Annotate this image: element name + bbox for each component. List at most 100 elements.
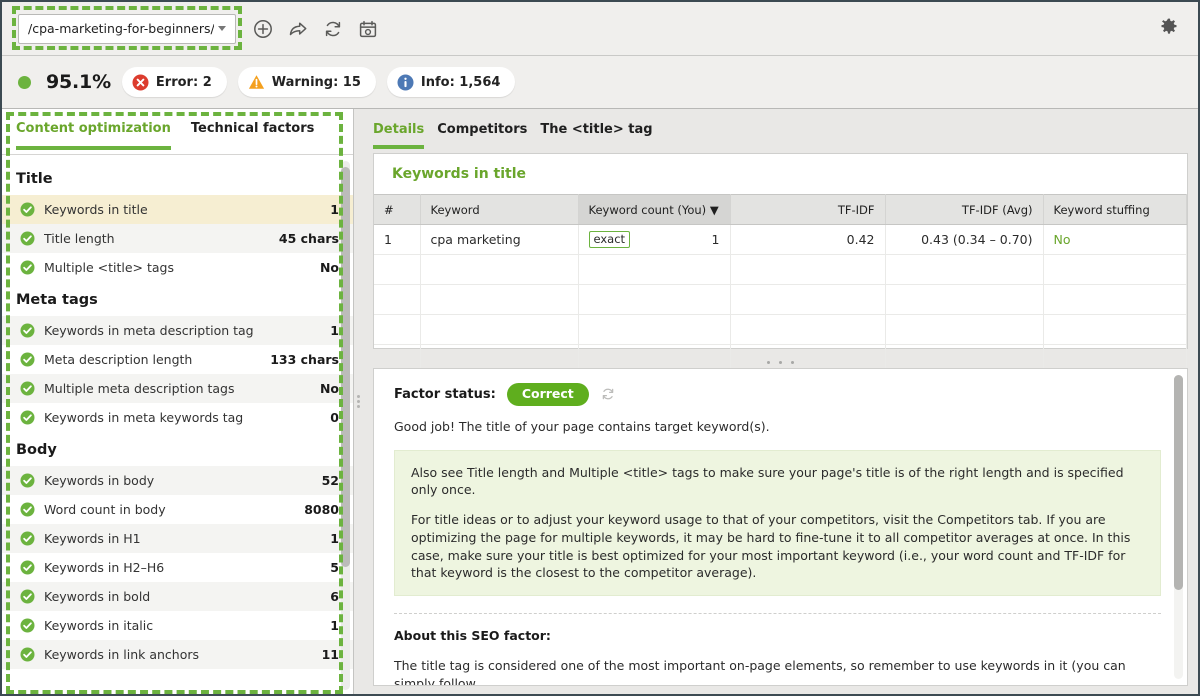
check-ok-icon — [20, 260, 35, 275]
recheck-refresh-icon[interactable] — [600, 386, 616, 402]
factor-row-value: 8080 — [304, 502, 339, 517]
factor-row-value: 1 — [330, 531, 339, 546]
column-header[interactable]: Keyword count (You) ▼ — [578, 194, 731, 225]
sidebar-scrollbar[interactable] — [341, 161, 350, 690]
gear-icon — [1161, 18, 1177, 34]
refresh-icon[interactable] — [322, 18, 344, 40]
factor-row-label: Title length — [44, 231, 115, 246]
column-header[interactable]: Keyword stuffing — [1043, 194, 1187, 225]
factor-row-value: 6 — [330, 589, 339, 604]
add-circle-icon[interactable] — [252, 18, 274, 40]
splitter-dot — [357, 395, 360, 398]
factor-row-label: Keywords in H1 — [44, 531, 141, 546]
factor-row-label: Keywords in title — [44, 202, 148, 217]
factor-row-label: Multiple meta description tags — [44, 381, 235, 396]
factor-tip-paragraph: For title ideas or to adjust your keywor… — [411, 512, 1131, 581]
sidebar-tab-technical-factors[interactable]: Technical factors — [191, 121, 315, 149]
info-icon — [397, 74, 414, 90]
factor-status-row: Factor status: Correct — [394, 383, 1161, 406]
status-badge-info[interactable]: Info: 1,564 — [386, 67, 516, 97]
factor-row-label: Multiple <title> tags — [44, 260, 174, 275]
factor-row-label: Word count in body — [44, 502, 166, 517]
tab-details-label: Details — [373, 122, 425, 137]
detail-pane: Details Competitors The <title> tag Keyw… — [363, 109, 1198, 694]
factor-tip-paragraph: Also see Title length and Multiple <titl… — [411, 464, 1124, 498]
factor-row[interactable]: Keywords in link anchors 11 — [2, 640, 353, 669]
factor-row[interactable]: Title length 45 chars — [2, 224, 353, 253]
factor-row[interactable]: Keywords in title 1 — [2, 195, 353, 224]
cell-empty — [730, 254, 886, 285]
pane-splitter[interactable] — [354, 109, 363, 694]
top-toolbar: /cpa-marketing-for-beginners/ — [2, 2, 1198, 56]
status-badge-error[interactable]: Error: 2 — [121, 67, 227, 97]
factor-row[interactable]: Meta description length 133 chars — [2, 345, 353, 374]
splitter-dot — [357, 405, 360, 408]
factor-row-value: No — [319, 260, 339, 275]
cell-empty — [1043, 254, 1187, 285]
table-row[interactable]: 1 cpa marketing exact 1 0.42 0.43 (0.34 – 0.7… — [374, 224, 1187, 255]
cell-empty — [885, 284, 1044, 315]
status-badge-warning[interactable]: Warning: 15 — [237, 67, 376, 97]
column-header[interactable]: Keyword — [420, 194, 579, 225]
cell-keyword-stuffing: No — [1043, 224, 1187, 255]
sidebar-scrollbar-thumb[interactable] — [341, 167, 350, 567]
column-header[interactable]: TF-IDF — [730, 194, 886, 225]
factor-row[interactable]: Keywords in italic 1 — [2, 611, 353, 640]
check-ok-icon — [20, 323, 35, 338]
factor-status-badge: Correct — [506, 383, 589, 406]
check-ok-icon — [20, 352, 35, 367]
splitter-dot — [357, 400, 360, 403]
factor-row-value: 52 — [321, 473, 339, 488]
tab-title-tag[interactable]: The <title> tag — [540, 122, 652, 149]
cell-index: 1 — [374, 224, 421, 255]
factor-list: Title Keywords in title 1 Title length 45 ch… — [2, 155, 353, 694]
hsplitter-dot — [766, 361, 770, 364]
chevron-down-icon — [218, 26, 226, 31]
factor-row[interactable]: Keywords in H2–H6 5 — [2, 553, 353, 582]
cell-empty — [1043, 314, 1187, 345]
factor-row[interactable]: Keywords in H1 1 — [2, 524, 353, 553]
factor-row[interactable]: Keywords in body 52 — [2, 466, 353, 495]
factor-row[interactable]: Word count in body 8080 — [2, 495, 353, 524]
cell-empty — [730, 314, 886, 345]
share-arrow-icon[interactable] — [287, 18, 309, 40]
status-badge-error-label: Error: 2 — [155, 74, 212, 90]
factor-row-value: 0 — [330, 410, 339, 425]
column-header[interactable]: # — [374, 194, 421, 225]
sidebar-tab-content-optimization[interactable]: Content optimization — [16, 121, 171, 150]
factor-row[interactable]: Multiple meta description tags No — [2, 374, 353, 403]
factor-status-label: Factor status: — [394, 386, 496, 402]
detail-scrollbar-thumb[interactable] — [1174, 375, 1183, 590]
factor-group-heading: Body — [16, 442, 57, 458]
schedule-calendar-icon[interactable] — [357, 18, 379, 40]
factor-row-value: 1 — [330, 202, 339, 217]
cell-empty — [578, 314, 731, 345]
cell-empty — [578, 284, 731, 315]
check-ok-icon — [20, 473, 35, 488]
factor-row[interactable]: Keywords in bold 6 — [2, 582, 353, 611]
cell-empty — [420, 284, 579, 315]
tab-competitors-label: Competitors — [437, 122, 528, 137]
factor-row-label: Keywords in meta keywords tag — [44, 410, 244, 425]
check-ok-icon — [20, 231, 35, 246]
horizontal-splitter[interactable] — [363, 349, 1198, 368]
warning-icon — [248, 74, 264, 89]
factor-row[interactable]: Keywords in meta keywords tag 0 — [2, 403, 353, 432]
page-url-select[interactable]: /cpa-marketing-for-beginners/ — [18, 13, 236, 44]
tab-competitors[interactable]: Competitors — [437, 122, 527, 149]
about-factor-heading: About this SEO factor: — [394, 628, 551, 643]
factor-row-label: Keywords in italic — [44, 618, 154, 633]
column-header[interactable]: TF-IDF (Avg) — [885, 194, 1044, 225]
factor-tips-box: Also see Title length and Multiple <titl… — [394, 449, 1161, 596]
check-ok-icon — [20, 381, 35, 396]
detail-scrollbar[interactable] — [1174, 375, 1183, 679]
factor-row[interactable]: Multiple <title> tags No — [2, 253, 353, 282]
check-ok-icon — [20, 531, 35, 546]
factor-group-heading: Meta tags — [16, 292, 98, 308]
tab-details[interactable]: Details — [373, 122, 425, 149]
about-factor-text: The title tag is considered one of the m… — [394, 658, 1126, 686]
settings-button[interactable] — [1158, 16, 1180, 42]
cell-empty — [885, 314, 1044, 345]
section-divider — [394, 613, 1161, 614]
factor-row[interactable]: Keywords in meta description tag 1 — [2, 316, 353, 345]
